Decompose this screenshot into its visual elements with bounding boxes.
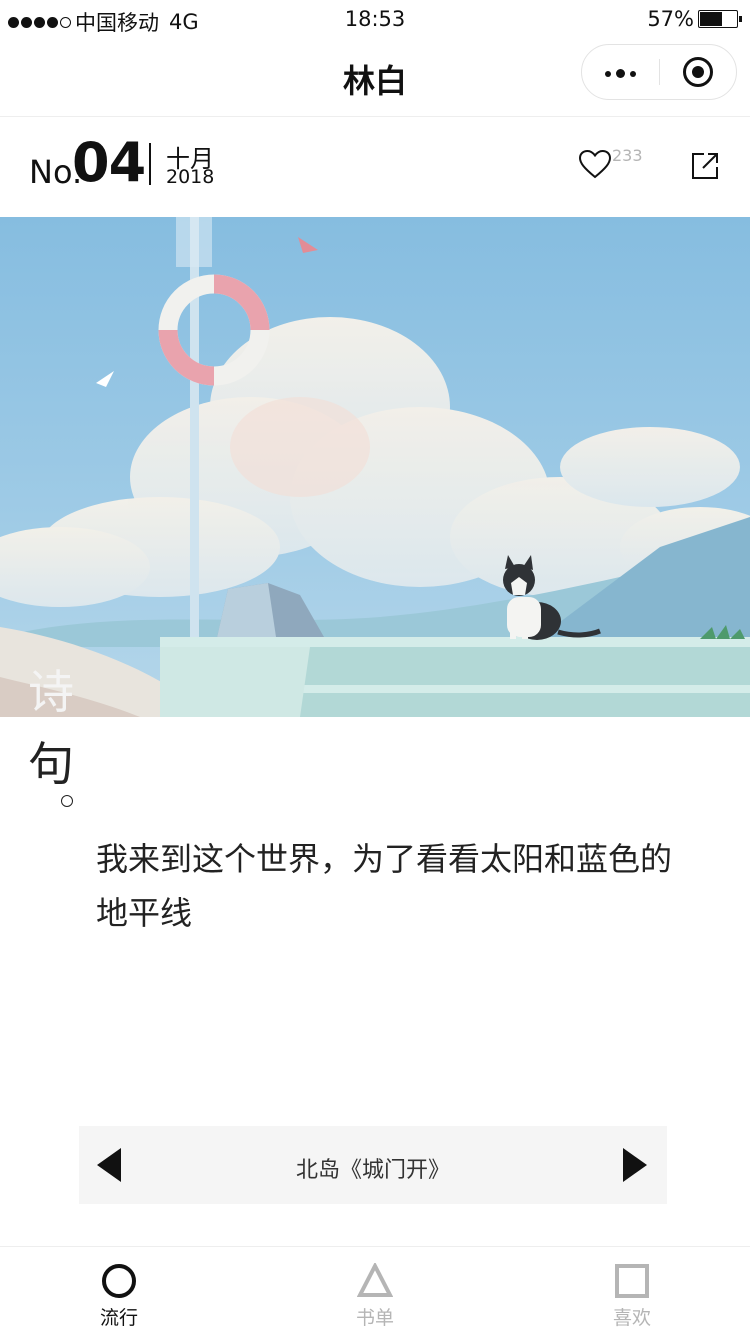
tab-bar: 流行 书单 喜欢 [0,1246,750,1335]
tab-popular[interactable]: 流行 [44,1247,194,1335]
triangle-icon [357,1263,393,1297]
issue-number: 04 [72,131,146,194]
target-icon[interactable] [683,57,713,87]
square-icon [615,1264,649,1298]
hero-illustration [0,217,750,717]
hero-image [0,217,750,717]
status-right: 57% [647,7,742,31]
capsule-divider [659,59,660,85]
share-icon[interactable] [690,151,720,181]
circle-icon [102,1264,136,1298]
status-time: 18:53 [344,7,406,31]
author-source: 北岛《城门开》 [295,1158,450,1183]
tab-booklist-label: 书单 [355,1307,394,1329]
tab-popular-label: 流行 [99,1307,138,1329]
battery-icon [698,10,742,28]
issue-header: No. 04 十月 2018 233 [0,117,750,217]
quote-text: 我来到这个世界，为了看看太阳和蓝色的地平线 [96,840,673,932]
like-count: 233 [612,146,643,165]
next-icon[interactable] [623,1148,647,1182]
more-icon[interactable] [605,69,636,78]
type-label-mark [61,795,73,807]
battery-percent: 57% [647,7,694,31]
header-divider [149,143,151,185]
tab-favorites-label: 喜欢 [612,1307,651,1329]
type-label-line: 句 [28,737,74,791]
music-player-bar: 北岛《城门开》 [79,1126,667,1204]
issue-year: 2018 [166,166,215,188]
tab-booklist[interactable]: 书单 [300,1247,450,1335]
heart-icon[interactable] [578,149,612,179]
status-bar: 中国移动 4G 18:53 57% [0,0,750,38]
mini-program-capsule [581,44,737,100]
tab-favorites[interactable]: 喜欢 [557,1247,707,1335]
type-label-poem: 诗 [28,665,74,719]
nav-bar: 林白 [0,38,750,117]
